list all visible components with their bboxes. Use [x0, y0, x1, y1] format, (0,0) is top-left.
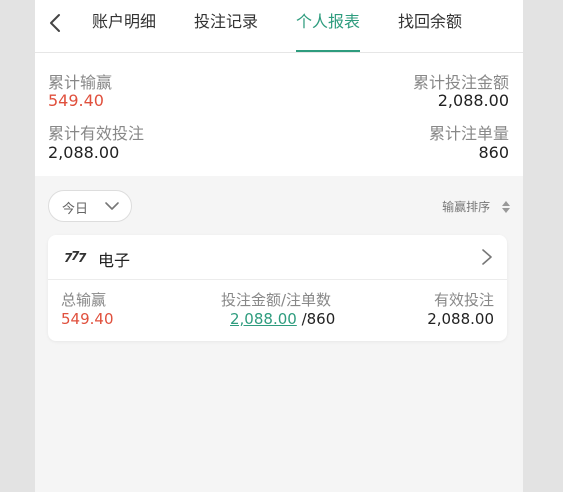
total-win-loss-label: 累计输赢 [48, 73, 113, 92]
tab-personal-report[interactable]: 个人报表 [296, 0, 361, 52]
date-filter-label: 今日 [62, 202, 89, 217]
total-bet-amount-value: 2,088.00 [437, 91, 509, 110]
card-bet-amount-link[interactable]: 2,088.00 [230, 310, 297, 328]
tab-bar: 账户明细 投注记录 个人报表 找回余额 [35, 0, 523, 53]
total-bet-count-label: 累计注单量 [428, 124, 509, 143]
card-valid-bet-value: 2,088.00 [427, 310, 494, 328]
total-bet-count-value: 860 [478, 143, 509, 162]
svg-text:7: 7 [78, 251, 87, 265]
total-valid-bet-value: 2,088.00 [48, 143, 120, 162]
total-valid-bet-label: 累计有效投注 [48, 124, 145, 143]
chevron-right-icon [482, 249, 492, 265]
card-bet-count: /860 [301, 310, 336, 328]
total-bet-amount-label: 累计投注金额 [412, 73, 509, 92]
date-filter-dropdown[interactable]: 今日 [48, 190, 132, 222]
slot-777-icon: 7 7 7 [64, 249, 87, 265]
tab-bet-records[interactable]: 投注记录 [194, 0, 258, 52]
card-amount-count-value: 2,088.00 /860 [230, 310, 335, 328]
chevron-down-icon [105, 202, 119, 210]
card-total-win-loss-value: 549.40 [61, 310, 114, 328]
tab-account-details[interactable]: 账户明细 [92, 0, 156, 52]
app-screen: 账户明细 投注记录 个人报表 找回余额 累计输赢 549.40 累计投注金额 2… [35, 0, 523, 492]
card-title: 电子 [98, 251, 131, 270]
card-amount-count-label: 投注金额/注单数 [221, 291, 332, 309]
card-valid-bet-label: 有效投注 [433, 291, 494, 309]
total-win-loss-value: 549.40 [48, 91, 104, 110]
sort-label: 输赢排序 [442, 200, 491, 214]
sort-by-win-loss-button[interactable]: 输赢排序 [442, 198, 510, 215]
card-header[interactable]: 7 7 7 电子 [48, 235, 507, 280]
tab-recover-balance[interactable]: 找回余额 [398, 0, 462, 52]
sort-icon [502, 201, 510, 213]
category-report-card: 7 7 7 电子 总输赢 549.40 投注金额/注单数 2,088.00 /8… [48, 235, 507, 341]
summary-panel: 累计输赢 549.40 累计投注金额 2,088.00 累计有效投注 2,088… [35, 53, 523, 176]
back-arrow-icon[interactable] [46, 13, 66, 33]
card-total-win-loss-label: 总输赢 [61, 291, 107, 309]
